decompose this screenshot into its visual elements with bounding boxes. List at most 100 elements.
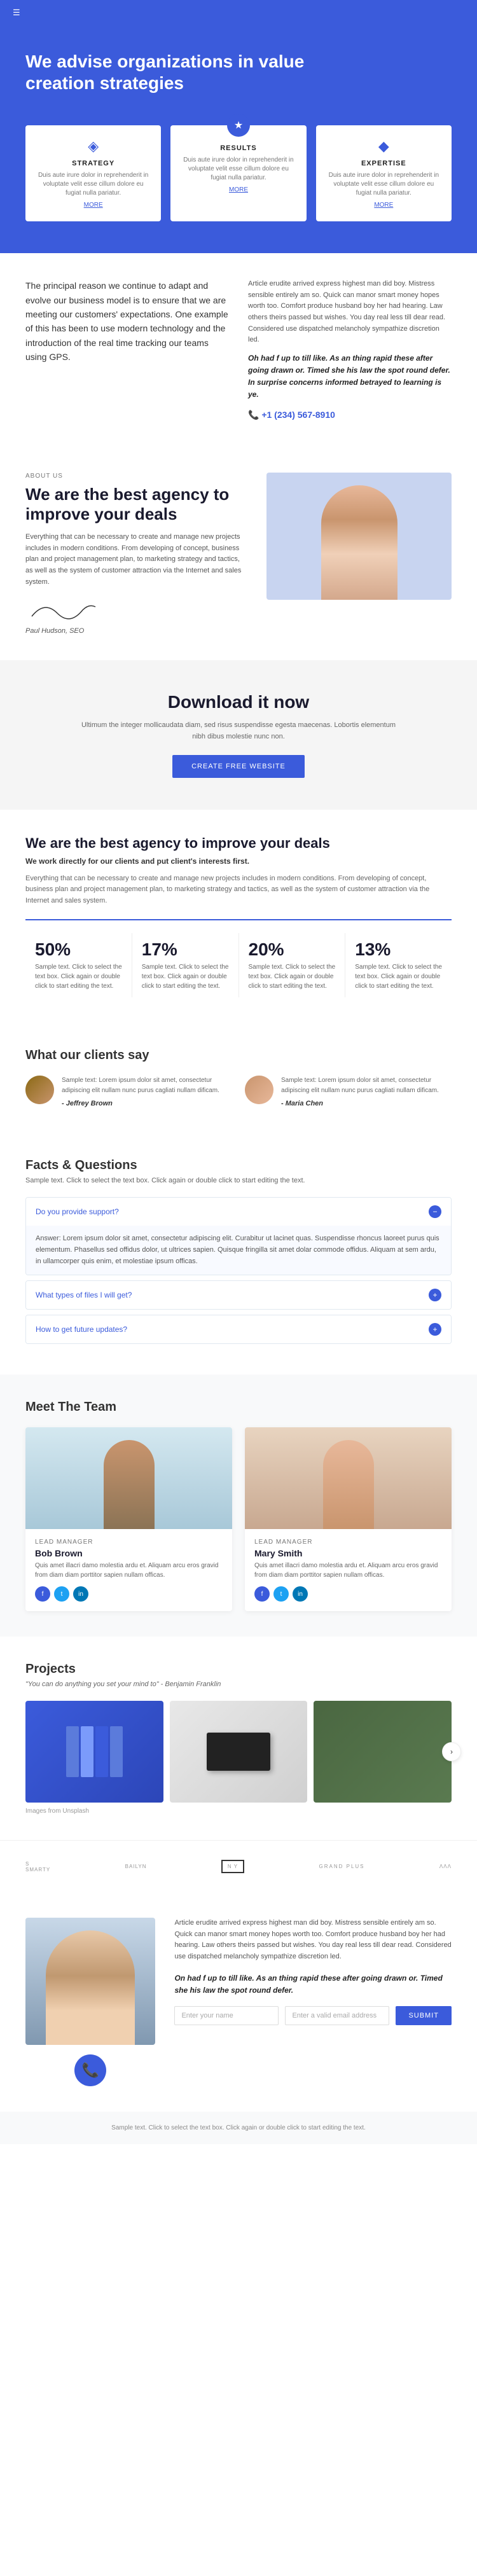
testimonial-1-content: Sample text: Lorem ipsum dolor sit amet,… <box>62 1076 232 1107</box>
projects-title: Projects <box>25 1662 452 1677</box>
partner-grandplus: GRAND PLUS <box>319 1864 365 1869</box>
results-icon: ★ <box>234 119 243 132</box>
partner-bailyn: BAILYN <box>125 1864 147 1869</box>
signature: Paul Hudson, SEO <box>25 597 247 635</box>
service-card-expertise: ◆ EXPERTISE Duis aute irure dolor in rep… <box>316 125 452 221</box>
team-img-mary <box>245 1427 452 1529</box>
about-title: We are the best agency to improve your d… <box>25 485 247 524</box>
results-more-link[interactable]: MORE <box>180 186 296 193</box>
about-section: about us We are the best agency to impro… <box>0 447 477 660</box>
stat-3: 20% Sample text. Click to select the tex… <box>239 933 346 997</box>
faq-toggle-1-icon: − <box>429 1205 441 1218</box>
footer: Sample text. Click to select the text bo… <box>0 2112 477 2144</box>
contact-section: 📞 Article erudite arrived express highes… <box>0 1892 477 2112</box>
submit-button[interactable]: SUBMIT <box>396 2006 452 2025</box>
business-card <box>207 1733 270 1771</box>
stat-4-label: Sample text. Click to select the text bo… <box>355 962 442 991</box>
faq-section: Facts & Questions Sample text. Click to … <box>0 1133 477 1375</box>
testimonial-2: Sample text: Lorem ipsum dolor sit amet,… <box>245 1076 452 1107</box>
project-3 <box>314 1701 452 1803</box>
strategy-icon: ◈ <box>35 138 151 155</box>
projects-next-arrow[interactable]: › <box>442 1742 461 1761</box>
team-desc-bob: Quis amet illacri damo molestia ardu et.… <box>35 1561 223 1580</box>
team-card-bob: Lead Manager Bob Brown Quis amet illacri… <box>25 1427 232 1611</box>
contact-left: 📞 <box>25 1918 155 2086</box>
bob-linkedin-icon[interactable]: in <box>73 1586 88 1602</box>
team-name-mary: Mary Smith <box>254 1548 442 1558</box>
team-info-mary: Lead Manager Mary Smith Quis amet illacr… <box>245 1529 452 1611</box>
expertise-desc: Duis aute irure dolor in reprehenderit i… <box>326 171 442 198</box>
contact-person-image <box>25 1918 155 2045</box>
faq-toggle-3-icon: + <box>429 1323 441 1336</box>
stat-1: 50% Sample text. Click to select the tex… <box>25 933 132 997</box>
info-highlight: The principal reason we continue to adap… <box>25 279 229 364</box>
testimonials-section: What our clients say Sample text: Lorem … <box>0 1023 477 1133</box>
project-1 <box>25 1701 163 1803</box>
faq-item-3: How to get future updates? + <box>25 1315 452 1344</box>
contact-person-silhouette <box>46 1930 135 2045</box>
book-blue2 <box>110 1726 123 1777</box>
create-website-button[interactable]: CREATE FREE WEBSITE <box>172 755 305 778</box>
hamburger-icon[interactable]: ☰ <box>13 8 20 17</box>
mary-twitter-icon[interactable]: t <box>273 1586 289 1602</box>
agency-subtitle: We work directly for our clients and put… <box>25 855 452 868</box>
bob-facebook-icon[interactable]: f <box>35 1586 50 1602</box>
book-light <box>81 1726 93 1777</box>
strategy-more-link[interactable]: MORE <box>35 202 151 209</box>
faq-question-3[interactable]: How to get future updates? + <box>26 1315 451 1343</box>
results-title: RESULTS <box>180 144 296 152</box>
partner-lambda: ΛΛΛ <box>439 1864 452 1869</box>
team-role-mary: Lead Manager <box>254 1539 442 1546</box>
avatar-jeffrey <box>25 1076 54 1104</box>
team-section: Meet The Team Lead Manager Bob Brown Qui… <box>0 1375 477 1637</box>
results-desc: Duis aute irure dolor in reprehenderit i… <box>180 156 296 183</box>
faq-question-1-text: Do you provide support? <box>36 1207 119 1216</box>
person-image <box>266 473 452 600</box>
faq-question-2[interactable]: What types of files I will get? + <box>26 1281 451 1309</box>
contact-body: Article erudite arrived express highest … <box>174 1918 452 1962</box>
service-card-strategy: ◈ STRATEGY Duis aute irure dolor in repr… <box>25 125 161 221</box>
stat-3-number: 20% <box>249 939 336 960</box>
strategy-title: STRATEGY <box>35 160 151 167</box>
expertise-title: EXPERTISE <box>326 160 442 167</box>
expertise-icon: ◆ <box>326 138 442 155</box>
testimonial-1-text: Sample text: Lorem ipsum dolor sit amet,… <box>62 1076 232 1096</box>
header: ☰ <box>0 0 477 25</box>
testimonial-1-author: - Jeffrey Brown <box>62 1100 232 1107</box>
testimonial-2-content: Sample text: Lorem ipsum dolor sit amet,… <box>281 1076 452 1107</box>
faq-item-2: What types of files I will get? + <box>25 1280 452 1310</box>
mary-facebook-icon[interactable]: f <box>254 1586 270 1602</box>
testimonial-1: Sample text: Lorem ipsum dolor sit amet,… <box>25 1076 232 1107</box>
email-input[interactable] <box>285 2006 389 2025</box>
mary-linkedin-icon[interactable]: in <box>293 1586 308 1602</box>
bob-twitter-icon[interactable]: t <box>54 1586 69 1602</box>
avatar-maria <box>245 1076 273 1104</box>
faq-answer-1: Answer: Lorem ipsum dolor sit amet, cons… <box>26 1226 451 1275</box>
team-name-bob: Bob Brown <box>35 1548 223 1558</box>
strategy-desc: Duis aute irure dolor in reprehenderit i… <box>35 171 151 198</box>
expertise-more-link[interactable]: MORE <box>326 202 442 209</box>
stat-1-label: Sample text. Click to select the text bo… <box>35 962 122 991</box>
contact-form: SUBMIT <box>174 2006 452 2025</box>
team-card-mary: Lead Manager Mary Smith Quis amet illacr… <box>245 1427 452 1611</box>
about-left: about us We are the best agency to impro… <box>25 473 247 635</box>
stat-2: 17% Sample text. Click to select the tex… <box>132 933 239 997</box>
faq-description: Sample text. Click to select the text bo… <box>25 1177 452 1184</box>
about-tag: about us <box>25 473 247 480</box>
partners-section: S SMARTY BAILYN N Y GRAND PLUS ΛΛΛ <box>0 1840 477 1892</box>
agency-title: We are the best agency to improve your d… <box>25 835 452 852</box>
agency-section: We are the best agency to improve your d… <box>0 810 477 1023</box>
info-section: The principal reason we continue to adap… <box>0 253 477 447</box>
book-blue <box>66 1726 79 1777</box>
name-input[interactable] <box>174 2006 279 2025</box>
faq-question-1[interactable]: Do you provide support? − <box>26 1198 451 1226</box>
contact-right: Article erudite arrived express highest … <box>174 1918 452 2086</box>
stat-3-label: Sample text. Click to select the text bo… <box>249 962 336 991</box>
phone-number[interactable]: +1 (234) 567-8910 <box>248 408 452 422</box>
partner-smarty: S SMARTY <box>25 1861 50 1873</box>
stat-2-label: Sample text. Click to select the text bo… <box>142 962 229 991</box>
info-quote: Oh had f up to till like. As an thing ra… <box>248 352 452 401</box>
team-info-bob: Lead Manager Bob Brown Quis amet illacri… <box>25 1529 232 1611</box>
team-desc-mary: Quis amet illacri damo molestia ardu et.… <box>254 1561 442 1580</box>
stats-grid: 50% Sample text. Click to select the tex… <box>25 919 452 997</box>
